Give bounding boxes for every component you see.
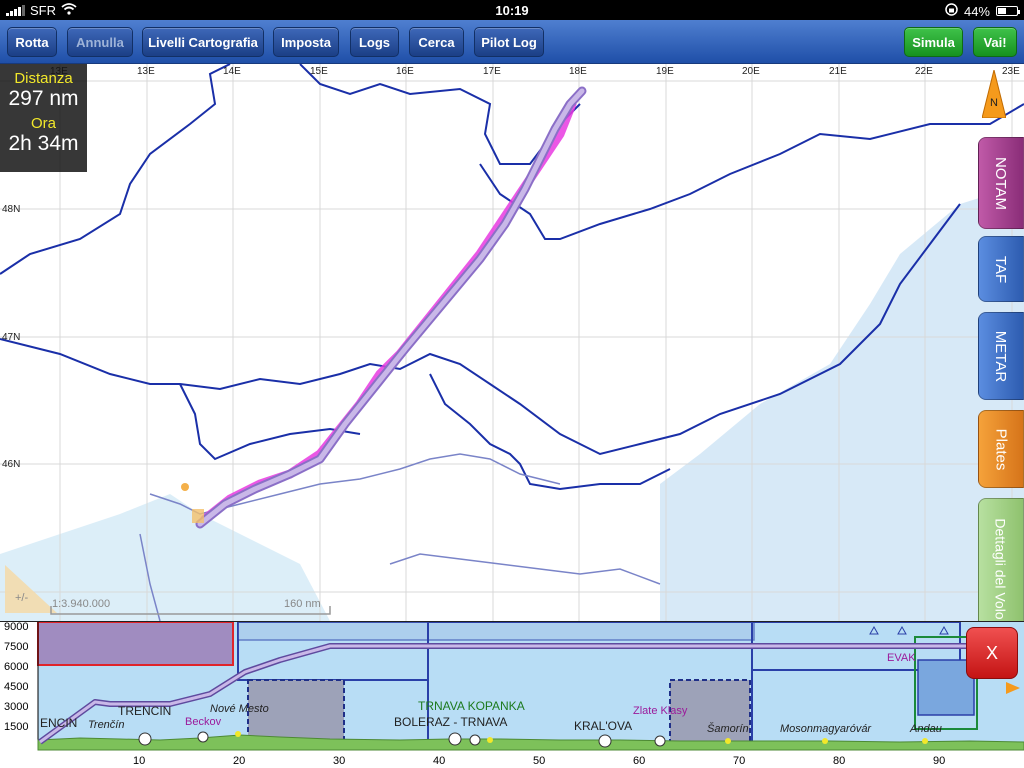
distance-label: 10 xyxy=(133,755,146,767)
waypoint-beckov: Beckov xyxy=(185,716,222,728)
plates-tab-label: Plates xyxy=(992,428,1010,470)
waypoint-zlate-klasy: Zlate Klasy xyxy=(633,705,688,717)
waypoint-nove-mesto: Nové Mesto xyxy=(210,703,269,715)
ora-label: Ora xyxy=(30,115,56,132)
lat-label: 46N xyxy=(2,459,21,470)
distanza-value: 297 nm xyxy=(8,87,79,110)
simula-button[interactable]: Simula xyxy=(904,27,963,57)
status-bar: SFR 10:19 44% xyxy=(0,0,1024,20)
metar-tab-label: METAR xyxy=(992,330,1010,382)
plates-tab[interactable]: Plates xyxy=(978,410,1024,488)
map-canvas xyxy=(0,64,1024,621)
dettagli-volo-tab[interactable]: Dettagli del Volo xyxy=(978,498,1024,640)
north-label: N xyxy=(990,97,998,109)
dettagli-volo-tab-label: Dettagli del Volo xyxy=(993,518,1009,620)
taf-tab[interactable]: TAF xyxy=(978,236,1024,302)
annulla-button[interactable]: Annulla xyxy=(67,27,133,57)
lon-label: 20E xyxy=(742,66,760,77)
lon-label: 21E xyxy=(829,66,847,77)
lon-label: 14E xyxy=(223,66,241,77)
alt-label: 4500 xyxy=(4,681,29,693)
distance-label: 80 xyxy=(833,755,846,767)
waypoint-evak: EVAK xyxy=(887,652,916,664)
alt-label: 6000 xyxy=(4,661,29,673)
waypoint-trnava-kopanka: TRNAVA KOPANKA xyxy=(418,699,525,713)
distance-label: 70 xyxy=(733,755,746,767)
lon-label: 22E xyxy=(915,66,933,77)
waypoint-boleraz: BOLERAZ - TRNAVA xyxy=(394,715,508,729)
imposta-button[interactable]: Imposta xyxy=(273,27,339,57)
waypoint-andau: Andau xyxy=(910,723,942,735)
lat-label: 48N xyxy=(2,204,21,215)
distanza-label: Distanza xyxy=(14,70,73,87)
battery-icon xyxy=(996,6,1020,16)
vai-button[interactable]: Vai! xyxy=(973,27,1017,57)
north-arrow-icon[interactable]: N xyxy=(981,69,1007,123)
waypoint-mosonmagyarovar: Mosonmagyaróvár xyxy=(780,723,872,735)
ora-value: 2h 34m xyxy=(8,132,79,155)
scale-toggle-label: +/- xyxy=(15,592,29,604)
waypoint-trencin-town: Trenčín xyxy=(88,719,125,731)
distance-label: 90 xyxy=(933,755,946,767)
profile-canvas xyxy=(37,622,1024,751)
distance-label: 40 xyxy=(433,755,446,767)
notam-tab[interactable]: NOTAM xyxy=(978,137,1024,229)
lon-label: 19E xyxy=(656,66,674,77)
airport-zone-marker xyxy=(192,509,204,523)
metar-tab[interactable]: METAR xyxy=(978,312,1024,400)
distance-label: 50 xyxy=(533,755,546,767)
route-line xyxy=(197,88,585,527)
rotation-lock-icon xyxy=(945,3,958,19)
waypoint-kralova: KRAL'OVA xyxy=(574,719,633,733)
lon-label: 16E xyxy=(396,66,414,77)
distance-label: 30 xyxy=(333,755,346,767)
battery-percent: 44% xyxy=(963,3,990,19)
light-blue-region xyxy=(660,184,1024,621)
origin-airport-marker xyxy=(181,483,189,491)
lon-label: 17E xyxy=(483,66,501,77)
vertical-profile[interactable]: 9000 7500 6000 4500 3000 1500 10 20 30 4… xyxy=(0,621,1024,768)
rotta-button[interactable]: Rotta xyxy=(7,27,57,57)
logs-button[interactable]: Logs xyxy=(350,27,399,57)
distance-label: 20 xyxy=(233,755,246,767)
lat-label: 47N xyxy=(2,332,21,343)
toolbar: Rotta Annulla Livelli Cartografia Impost… xyxy=(0,20,1024,64)
close-profile-button[interactable]: X xyxy=(966,627,1018,679)
waypoint-encin: ENCIN xyxy=(40,716,78,730)
cerca-button[interactable]: Cerca xyxy=(409,27,464,57)
lon-label: 13E xyxy=(137,66,155,77)
alt-label: 7500 xyxy=(4,641,29,653)
livelli-cartografia-button[interactable]: Livelli Cartografia xyxy=(142,27,264,57)
flight-info-panel: Distanza 297 nm Ora 2h 34m xyxy=(0,64,87,172)
distance-label: 60 xyxy=(633,755,646,767)
waypoint-trencin: TRENCIN xyxy=(118,704,172,718)
route-line-outline xyxy=(195,86,587,529)
alt-label: 9000 xyxy=(4,621,29,633)
alt-label: 3000 xyxy=(4,701,29,713)
taf-tab-label: TAF xyxy=(992,255,1010,283)
lon-label: 18E xyxy=(569,66,587,77)
waypoint-samorin: Šamorín xyxy=(707,723,749,735)
lon-label: 15E xyxy=(310,66,328,77)
map-view[interactable]: 13E 13E 14E 15E 16E 17E 18E 19E 20E 21E … xyxy=(0,64,1024,621)
alt-label: 1500 xyxy=(4,721,29,733)
pilot-log-button[interactable]: Pilot Log xyxy=(474,27,544,57)
scale-bar xyxy=(50,606,331,615)
notam-tab-label: NOTAM xyxy=(992,156,1010,210)
clock: 10:19 xyxy=(495,3,529,18)
airway-magenta xyxy=(200,99,577,524)
